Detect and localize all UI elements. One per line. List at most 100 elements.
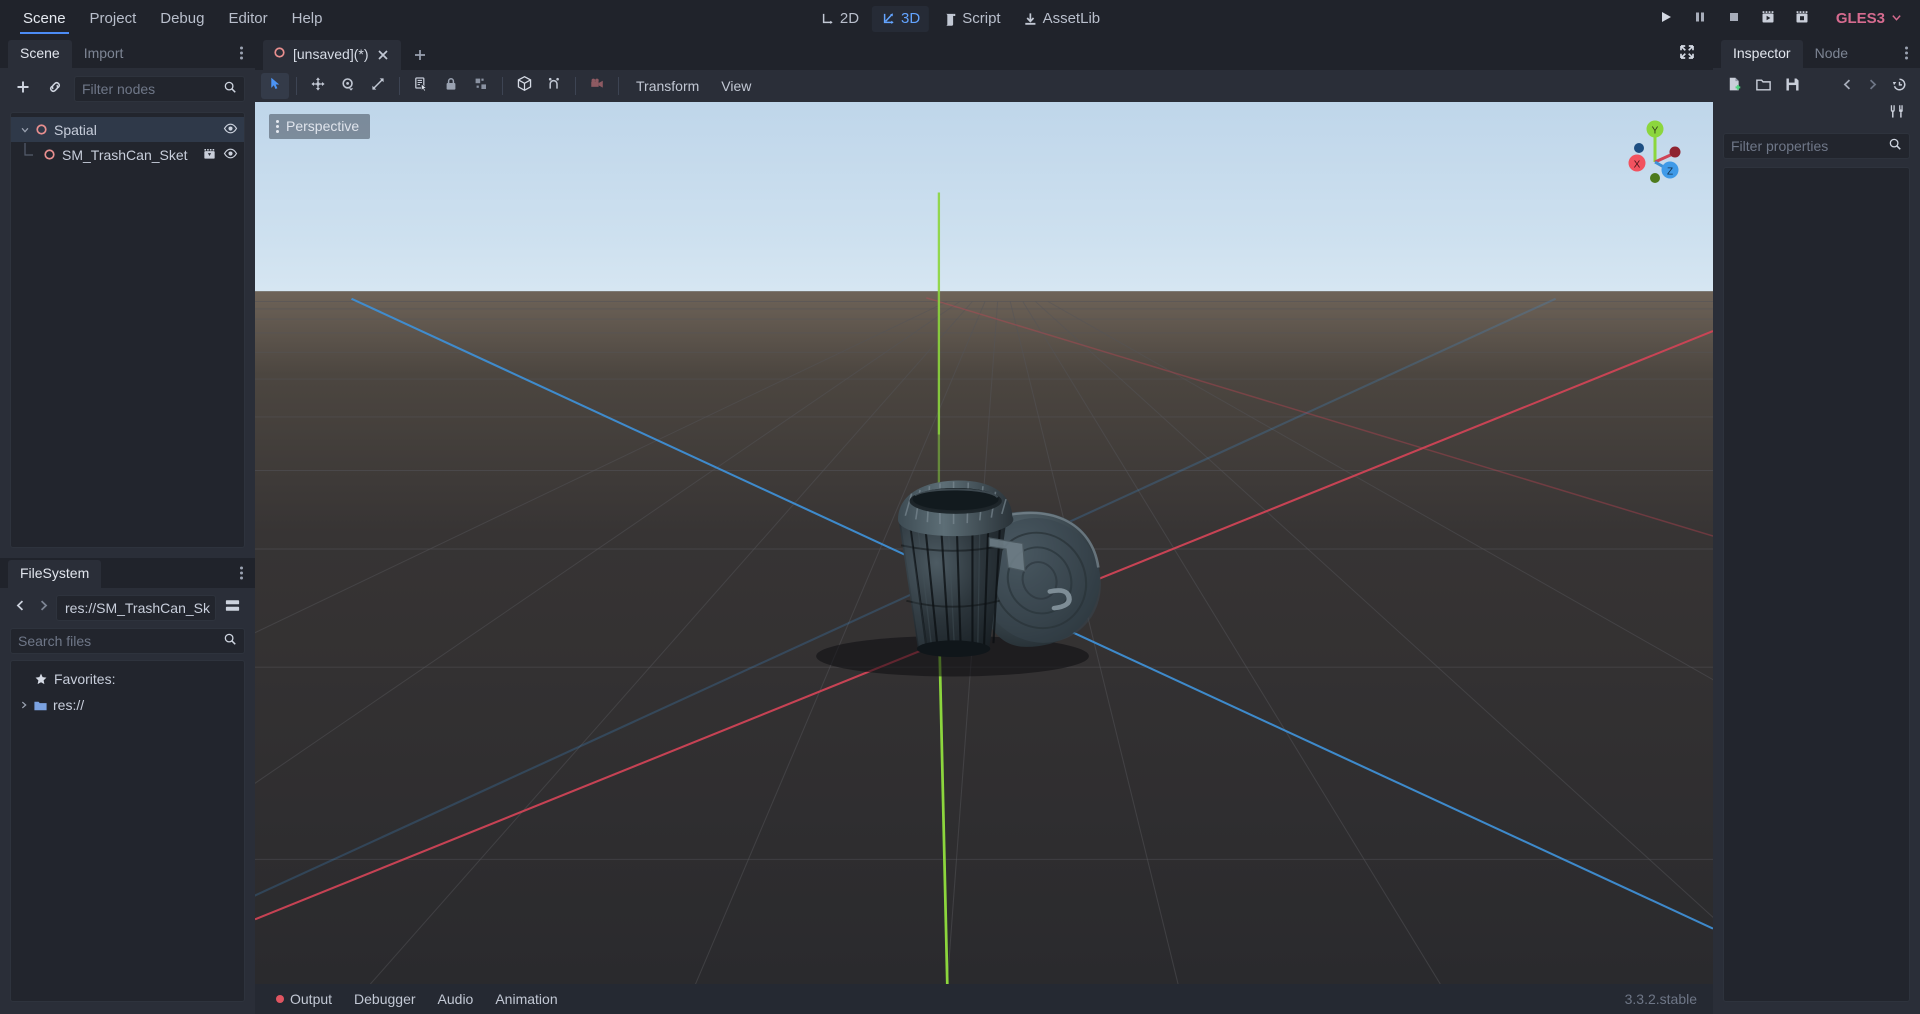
filesystem-dock-menu-button[interactable] [238, 565, 245, 582]
menu-item-project[interactable]: Project [79, 5, 148, 33]
menu-item-project-label: Project [89, 10, 137, 27]
preview-camera-button[interactable] [583, 73, 611, 99]
filesystem-dock-body: res://SM_TrashCan_Sk Search files Favori… [0, 588, 255, 1014]
tab-scene[interactable]: Scene [8, 40, 72, 68]
group-selection-button[interactable] [467, 73, 495, 99]
viewport-column: [unsaved](*) Transform View Perspective … [255, 38, 1713, 1014]
toggle-split-mode-button[interactable] [219, 596, 245, 620]
expand-chevron-icon[interactable] [16, 700, 32, 710]
visibility-icon[interactable] [223, 121, 238, 139]
menu-item-help[interactable]: Help [281, 5, 334, 33]
navigate-back-button[interactable] [10, 596, 30, 620]
row-icons [223, 121, 238, 139]
load-resource-button[interactable] [1750, 75, 1776, 99]
add-node-button[interactable] [10, 77, 36, 101]
lock-icon [443, 76, 459, 97]
new-resource-button[interactable] [1721, 75, 1747, 99]
editor-main-area: Scene Import Filter nodes Spatial SM_Tra… [0, 38, 1920, 1014]
search-files-input[interactable]: Search files [10, 628, 245, 654]
3d-viewport[interactable]: Perspective Y X Z [255, 102, 1713, 984]
history-previous-button[interactable] [1836, 75, 1858, 99]
stop-button[interactable] [1718, 5, 1750, 33]
rotate-mode-button[interactable] [334, 73, 362, 99]
navigate-forward-button[interactable] [33, 596, 53, 620]
list-select-button[interactable] [407, 73, 435, 99]
play-custom-scene-button[interactable] [1786, 5, 1818, 33]
bottom-tab-output[interactable]: Output [267, 987, 341, 1012]
scene-tab-bar: [unsaved](*) [255, 38, 1713, 70]
snap-mode-button[interactable] [540, 73, 568, 99]
expand-chevron-icon[interactable] [17, 125, 33, 135]
tab-filesystem[interactable]: FileSystem [8, 560, 102, 588]
instance-scene-button[interactable] [42, 77, 68, 101]
tab-assetlib[interactable]: AssetLib [1014, 6, 1110, 32]
transform-menu-button[interactable]: Transform [626, 74, 709, 99]
new-scene-tab-button[interactable] [407, 44, 433, 70]
bottom-tab-debugger[interactable]: Debugger [345, 987, 425, 1012]
menu-item-debug[interactable]: Debug [149, 5, 215, 33]
filesystem-item-favorites[interactable]: Favorites: [11, 666, 244, 692]
history-button[interactable] [1886, 75, 1912, 99]
scene-tree-item-spatial[interactable]: Spatial [11, 117, 244, 142]
lock-selection-button[interactable] [437, 73, 465, 99]
history-next-button[interactable] [1861, 75, 1883, 99]
dot [276, 130, 279, 133]
chevron-right-icon [37, 599, 50, 617]
filesystem-item-res[interactable]: res:// [11, 692, 244, 718]
view-menu-button[interactable]: View [711, 74, 761, 99]
menu-item-help-label: Help [291, 10, 323, 27]
plus-icon [15, 79, 31, 100]
gizmo-z-negative [1634, 143, 1644, 153]
save-resource-button[interactable] [1779, 75, 1805, 99]
filter-nodes-input[interactable]: Filter nodes [74, 76, 245, 102]
view-axis-gizmo[interactable]: Y X Z [1619, 116, 1691, 188]
tab-3d[interactable]: 3D [872, 6, 930, 32]
select-mode-button[interactable] [261, 73, 289, 99]
scene-instance-icon[interactable] [202, 146, 217, 164]
inspector-dock-body: Filter properties [1713, 68, 1920, 1014]
scale-mode-button[interactable] [364, 73, 392, 99]
use-local-space-button[interactable] [510, 73, 538, 99]
tab-2d[interactable]: 2D [811, 6, 868, 32]
bottom-tab-output-label: Output [290, 990, 333, 1007]
dot [240, 576, 243, 580]
dot [240, 566, 243, 570]
play-icon [1659, 10, 1673, 29]
tab-script[interactable]: Script [933, 6, 1009, 32]
bottom-tab-audio[interactable]: Audio [429, 987, 483, 1012]
bottom-tab-animation[interactable]: Animation [486, 987, 566, 1012]
camera-icon [589, 76, 606, 97]
toolbar-separator [618, 77, 619, 95]
gizmo-x-negative [1669, 146, 1681, 158]
renderer-selector[interactable]: GLES3 [1828, 6, 1910, 32]
tab-import[interactable]: Import [72, 40, 136, 68]
script-icon [942, 12, 957, 27]
scene-tree-item-trashcan-label: SM_TrashCan_Sket [62, 146, 188, 163]
menu-item-scene[interactable]: Scene [12, 5, 77, 34]
tab-inspector[interactable]: Inspector [1721, 40, 1803, 68]
menu-item-editor[interactable]: Editor [217, 5, 278, 33]
scene-dock-tabs: Scene Import [0, 38, 255, 68]
play-scene-icon [1760, 9, 1776, 30]
distraction-free-mode-button[interactable] [1675, 42, 1699, 66]
scene-tree-item-trashcan[interactable]: SM_TrashCan_Sket [11, 142, 244, 167]
inspector-dock-menu-button[interactable] [1903, 45, 1910, 62]
visibility-icon[interactable] [223, 146, 238, 164]
play-scene-button[interactable] [1752, 5, 1784, 33]
scene-tab-unsaved[interactable]: [unsaved](*) [263, 40, 402, 70]
tools-icon [1889, 103, 1906, 125]
object-menu-button[interactable] [1884, 102, 1910, 126]
move-mode-button[interactable] [304, 73, 332, 99]
play-button[interactable] [1650, 5, 1682, 33]
plus-icon [412, 47, 428, 68]
scene-dock-menu-button[interactable] [238, 45, 245, 62]
viewport-perspective-menu[interactable]: Perspective [269, 114, 371, 139]
filesystem-path-input[interactable]: res://SM_TrashCan_Sk [56, 595, 216, 621]
history-icon [1891, 76, 1908, 98]
gizmo-z-label: Z [1667, 167, 1673, 178]
viewport-canvas [255, 102, 1713, 984]
pause-button[interactable] [1684, 5, 1716, 33]
close-icon[interactable] [375, 47, 391, 63]
tab-node[interactable]: Node [1803, 40, 1860, 68]
filter-properties-input[interactable]: Filter properties [1723, 133, 1910, 159]
